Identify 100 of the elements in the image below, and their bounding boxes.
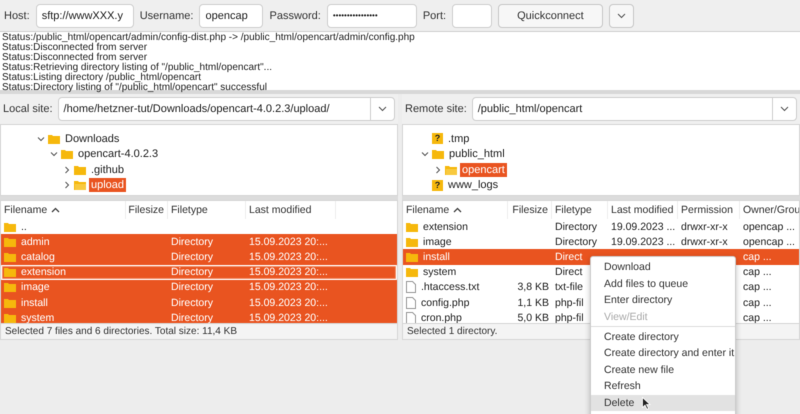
table-cell: Directory <box>555 236 598 248</box>
table-cell: 15.09.2023 20:... <box>249 296 328 309</box>
port-label: Port: <box>422 10 446 22</box>
folder-icon <box>406 252 418 262</box>
file-name: .htaccess.txt <box>421 281 480 294</box>
open-folder-icon <box>74 180 86 190</box>
tree-item[interactable]: Downloads <box>63 132 122 146</box>
file-row[interactable]: system Directory 15.09.2023 20:... <box>1 310 397 323</box>
file-name: cron.php <box>421 312 462 323</box>
table-cell: 15.09.2023 20:... <box>249 281 328 294</box>
file-name: .. <box>21 220 27 233</box>
tree-item[interactable]: opencart <box>460 162 507 177</box>
menu-item[interactable]: Create new file <box>591 362 735 378</box>
table-cell: Directory <box>171 312 214 323</box>
log-line: Status:Disconnected from server <box>2 43 148 53</box>
tree-item[interactable]: www_logs <box>446 178 500 192</box>
site-path-field[interactable]: /home/hetzner-tut/Downloads/opencart-4.0.2.3/upload/ <box>58 97 395 121</box>
username-field[interactable]: opencap <box>199 4 264 28</box>
file-name: admin <box>21 236 50 248</box>
folder-icon <box>4 298 16 308</box>
table-cell: Directory <box>171 236 214 248</box>
unknown-file-icon: ? <box>432 180 443 191</box>
file-row[interactable]: install Directory 15.09.2023 20:... <box>1 294 397 310</box>
tree-item[interactable]: public_html <box>447 147 507 162</box>
caret-icon <box>780 106 789 112</box>
tree-item[interactable]: opencart-4.0.2.3 <box>76 147 160 162</box>
folder-icon <box>4 282 16 292</box>
menu-item[interactable]: Enter directory <box>591 292 735 309</box>
table-cell: 15.09.2023 20:... <box>249 266 328 278</box>
table-cell: php-fil <box>555 312 584 323</box>
table-cell: txt-file <box>555 281 584 294</box>
file-row[interactable]: image Directory 19.09.2023 ... drwxr-xr-x opencap ... <box>403 234 799 250</box>
tree-item[interactable]: upload <box>89 178 126 192</box>
host-field[interactable]: sftp://wwwXXX.y <box>36 4 134 28</box>
mouse-cursor-icon <box>642 396 652 410</box>
tree-item[interactable]: .github <box>89 162 126 177</box>
site-label: Local site: <box>3 103 53 115</box>
folder-icon <box>4 222 16 232</box>
site-label: Remote site: <box>405 103 467 115</box>
folder-icon <box>4 267 16 278</box>
file-name: install <box>423 250 450 263</box>
table-cell: drwxr-xr-x <box>681 220 728 233</box>
file-name: system <box>21 312 54 323</box>
log-line: Status:/public_html/opencart/admin/config-dist.php -> /public_html/opencart/admin/config.php <box>2 33 416 43</box>
site-path-field[interactable]: /public_html/opencart <box>472 97 797 121</box>
status-bar: Selected 7 files and 6 directories. Total size: 11,4 KB <box>0 324 398 340</box>
folder-icon <box>4 252 16 262</box>
menu-item[interactable]: Download <box>591 259 735 276</box>
folder-icon <box>406 222 418 232</box>
file-name: image <box>21 281 50 294</box>
username-label: Username: <box>140 10 194 22</box>
log-line: Status:Retrieving directory listing of "/public_html/opencart"... <box>2 63 273 73</box>
table-cell: Direct <box>555 250 582 263</box>
table-cell: Directory <box>171 266 214 278</box>
folder-icon <box>48 134 60 144</box>
unknown-file-icon: ? <box>432 133 443 144</box>
file-name: install <box>21 296 48 309</box>
table-cell: 15.09.2023 20:... <box>249 312 328 323</box>
file-name: extension <box>423 220 468 233</box>
port-field[interactable] <box>452 4 492 28</box>
menu-item[interactable]: Add files to queue <box>591 276 735 292</box>
file-row[interactable]: extension Directory 15.09.2023 20:... <box>1 264 397 280</box>
log-line: Status:Disconnected from server <box>2 53 148 63</box>
table-cell: opencap ... <box>743 236 795 248</box>
tree-item[interactable]: .tmp <box>446 132 472 146</box>
sort-icon <box>453 207 462 213</box>
table-cell: 3,8 KB <box>517 281 549 294</box>
table-cell: Directory <box>555 220 598 233</box>
table-cell: cap ... <box>743 266 772 278</box>
caret-icon <box>616 12 626 18</box>
file-name: catalog <box>21 250 55 263</box>
file-name: image <box>423 236 452 248</box>
table-cell: 1,1 KB <box>517 296 549 309</box>
menu-item[interactable]: Refresh <box>591 378 735 395</box>
folder-icon <box>406 236 418 247</box>
menu-item[interactable]: Create directory and enter it <box>591 344 735 362</box>
log-line: Status:Directory listing of "/public_html/opencart" successful <box>2 83 268 93</box>
file-row[interactable]: admin Directory 15.09.2023 20:... <box>1 234 397 250</box>
file-name: system <box>423 266 456 278</box>
table-cell: opencap ... <box>743 220 795 233</box>
table-cell: 19.09.2023 ... <box>611 220 676 233</box>
table-cell: Directory <box>171 296 214 309</box>
file-name: extension <box>21 266 66 278</box>
password-label: Password: <box>269 10 321 22</box>
table-cell: 15.09.2023 20:... <box>249 250 328 263</box>
menu-item[interactable]: Delete <box>591 394 735 412</box>
folder-icon <box>61 149 73 160</box>
file-name: config.php <box>421 296 470 309</box>
password-field[interactable]: •••••••••••••••• <box>326 4 417 28</box>
file-row[interactable]: catalog Directory 15.09.2023 20:... <box>1 249 397 265</box>
table-cell: 5,0 KB <box>517 312 549 323</box>
log-line: Status:Listing directory /public_html/opencart <box>2 73 201 83</box>
file-row[interactable]: image Directory 15.09.2023 20:... <box>1 280 397 295</box>
folder-icon <box>432 149 444 160</box>
table-cell: cap ... <box>743 312 772 323</box>
quickconnect-button[interactable]: Quickconnect <box>498 4 603 28</box>
table-cell: 15.09.2023 20:... <box>249 236 328 248</box>
table-cell: 19.09.2023 ... <box>611 236 676 248</box>
table-cell: php-fil <box>555 296 584 309</box>
table-cell: cap ... <box>743 250 772 263</box>
